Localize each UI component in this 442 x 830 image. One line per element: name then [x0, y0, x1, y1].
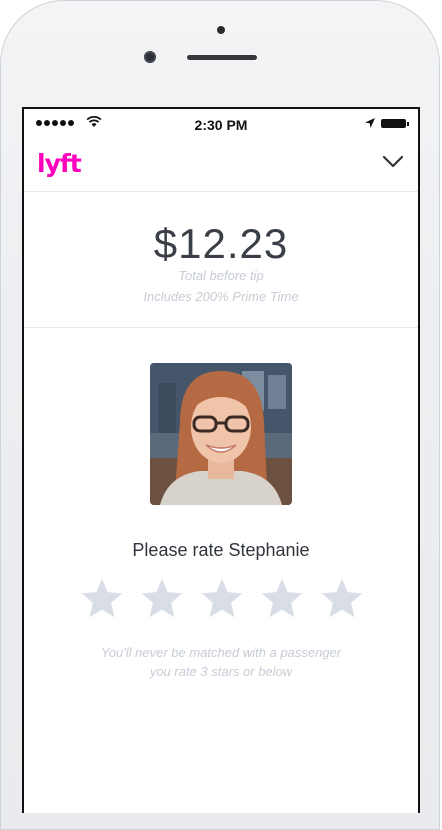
- star-2-icon[interactable]: [140, 576, 184, 620]
- star-3-icon[interactable]: [200, 576, 244, 620]
- fare-summary: $12.23 Total before tip Includes 200% Pr…: [24, 192, 418, 328]
- passenger-photo: [150, 363, 292, 505]
- phone-sensor-dot: [217, 26, 225, 34]
- rating-note-line1: You'll never be matched with a passenger: [100, 645, 342, 660]
- star-1-icon[interactable]: [80, 576, 124, 620]
- star-5-icon[interactable]: [320, 576, 364, 620]
- status-time: 2:30 PM: [194, 117, 248, 133]
- battery-icon: [381, 119, 409, 128]
- status-bar: 2:30 PM: [24, 109, 418, 139]
- star-4-icon[interactable]: [260, 576, 304, 620]
- rating-prompt: Please rate Stephanie: [132, 540, 310, 560]
- app-header: lyft: [24, 139, 418, 192]
- rating-note-line2: you rate 3 stars or below: [149, 664, 293, 679]
- phone-front-camera: [144, 51, 156, 63]
- phone-earpiece: [187, 55, 257, 60]
- star-rating[interactable]: [80, 576, 364, 620]
- prime-time-note: Includes 200% Prime Time: [143, 289, 299, 304]
- chevron-down-icon[interactable]: [382, 155, 404, 169]
- location-arrow-icon: [365, 118, 375, 128]
- fare-amount: $12.23: [153, 220, 289, 267]
- lyft-logo: lyft: [37, 149, 83, 178]
- svg-text:lyft: lyft: [37, 149, 82, 178]
- fare-label: Total before tip: [178, 268, 264, 283]
- app-screen: 2:30 PM lyft $12.23 Total before tip Inc…: [22, 107, 420, 813]
